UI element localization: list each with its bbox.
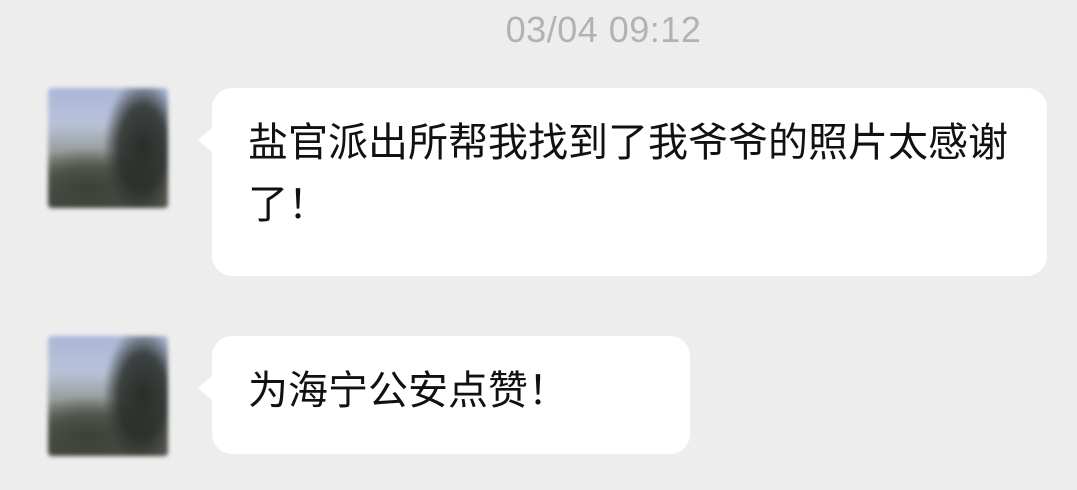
bubble-tail	[198, 374, 214, 402]
avatar[interactable]	[48, 88, 168, 208]
avatar[interactable]	[48, 336, 168, 456]
message-text: 为海宁公安点赞！	[248, 368, 568, 414]
message-text: 盐官派出所帮我找到了我爷爷的照片太感谢了！	[248, 120, 1008, 228]
message-bubble[interactable]: 盐官派出所帮我找到了我爷爷的照片太感谢了！	[198, 88, 1047, 276]
message-timestamp: 03/04 09:12	[505, 9, 702, 50]
message-bubble[interactable]: 为海宁公安点赞！	[198, 336, 690, 454]
bubble-tail	[198, 126, 214, 154]
